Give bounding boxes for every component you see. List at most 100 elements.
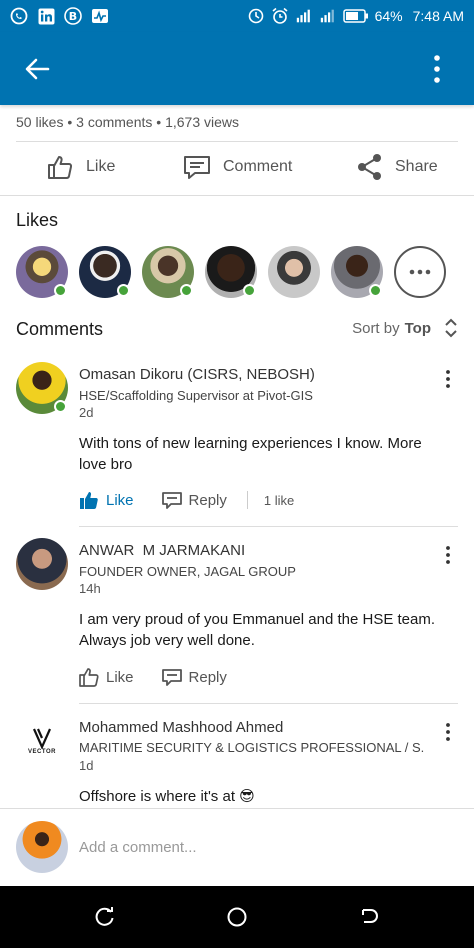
alarm-icon [271, 7, 289, 25]
app-bar [0, 32, 474, 105]
thumbs-up-icon [79, 668, 99, 687]
whatsapp-icon [10, 7, 28, 25]
signal-icon [295, 7, 313, 25]
comment-like-count[interactable]: 1 like [264, 493, 294, 508]
comment-composer: Add a comment... [0, 808, 474, 886]
like-button[interactable]: Like [46, 153, 115, 181]
commenter-name[interactable]: Mohammed Mashhood Ahmed [79, 719, 283, 736]
comment-reply-label: Reply [188, 668, 227, 686]
svg-text:B: B [69, 10, 77, 23]
online-indicator [54, 284, 67, 297]
reply-icon [161, 669, 182, 686]
battery-percent: 64% [374, 8, 403, 24]
post-actions: Like Comment Share [0, 145, 474, 193]
overflow-menu-button[interactable] [422, 52, 452, 86]
home-button[interactable] [226, 906, 248, 928]
sort-prefix: Sort by [352, 319, 400, 337]
liker-avatar[interactable] [268, 246, 320, 298]
liker-avatar[interactable] [16, 246, 68, 298]
vector-logo-icon [32, 728, 52, 749]
comment-button[interactable]: Comment [183, 153, 292, 181]
liker-avatar[interactable] [331, 246, 383, 298]
comment-icon [184, 156, 210, 179]
commenter-avatar[interactable] [16, 362, 68, 414]
comment-time: 14h [79, 581, 101, 596]
comment-actions: Like Reply 1 like [79, 490, 294, 510]
vertical-dots-icon [446, 723, 450, 741]
comment-menu-button[interactable] [440, 543, 456, 567]
linkedin-icon [37, 7, 55, 25]
comment-time: 2d [79, 405, 94, 420]
online-indicator [117, 284, 130, 297]
likers-row [16, 246, 446, 298]
liker-avatar[interactable] [205, 246, 257, 298]
comment-input[interactable]: Add a comment... [79, 839, 197, 856]
post-stats[interactable]: 50 likes • 3 comments • 1,673 views [16, 114, 239, 130]
battery-icon [342, 7, 369, 25]
comment-time: 1d [79, 758, 94, 773]
share-icon [358, 154, 381, 180]
horizontal-dots-icon [409, 269, 431, 275]
divider [79, 703, 458, 704]
online-indicator [180, 284, 193, 297]
home-icon [227, 907, 247, 927]
comment-reply-button[interactable]: Reply [161, 490, 227, 510]
back-arrow-icon [25, 58, 50, 80]
comment-like-label: Like [106, 491, 134, 509]
my-avatar[interactable] [16, 821, 68, 873]
comment-text: With tons of new learning experiences I … [79, 435, 422, 473]
divider [16, 141, 458, 142]
bitcoin-icon: B [64, 7, 82, 25]
status-bar: B 64% 7:48 AM [0, 0, 474, 32]
comments-heading: Comments [16, 319, 104, 339]
back-nav-icon [362, 909, 378, 923]
system-nav-bar [0, 886, 474, 948]
commenter-headline: HSE/Scaffolding Supervisor at Pivot-GIS [79, 388, 313, 403]
commenter-name[interactable]: Omasan Dikoru (CISRS, NEBOSH) [79, 366, 315, 383]
comment-reply-button[interactable]: Reply [161, 667, 227, 687]
comment-like-button[interactable]: Like [79, 667, 134, 687]
vertical-dots-icon [434, 55, 440, 83]
like-label: Like [86, 158, 116, 175]
back-button[interactable] [22, 54, 52, 84]
commenter-headline: MARITIME SECURITY & LOGISTICS PROFESSION… [79, 740, 424, 755]
sort-chevrons-icon [445, 318, 457, 338]
liker-avatar[interactable] [142, 246, 194, 298]
reply-icon [161, 492, 182, 509]
online-indicator [243, 284, 256, 297]
commenter-avatar[interactable] [16, 538, 68, 590]
likes-heading: Likes [16, 210, 59, 230]
comment-text: I am very proud of you Emmanuel and the … [79, 611, 436, 649]
comment-text: Offshore is where it's at 😎 [79, 788, 255, 805]
comment-like-button[interactable]: Like [79, 490, 134, 510]
share-button[interactable]: Share [357, 153, 438, 181]
thumbs-up-icon [48, 156, 73, 179]
commenter-headline: FOUNDER OWNER, JAGAL GROUP [79, 564, 296, 579]
back-nav-button[interactable] [358, 906, 380, 928]
activity-icon [91, 7, 109, 25]
vertical-dots-icon [446, 370, 450, 388]
comment-reply-label: Reply [188, 491, 227, 509]
signal-icon [319, 7, 337, 25]
liker-avatar[interactable] [79, 246, 131, 298]
recents-button[interactable] [94, 906, 116, 928]
avatar-logo-text: VECTOR [28, 749, 56, 755]
more-likers-button[interactable] [394, 246, 446, 298]
separator [246, 491, 248, 509]
vertical-dots-icon [446, 546, 450, 564]
comment-actions: Like Reply [79, 667, 227, 687]
comment-label: Comment [223, 158, 293, 175]
sync-icon [247, 7, 265, 25]
divider [0, 195, 474, 196]
share-label: Share [395, 158, 438, 175]
comment-like-label: Like [106, 668, 134, 686]
thumbs-up-filled-icon [80, 492, 98, 509]
sort-control[interactable]: Sort by Top [352, 318, 458, 338]
online-indicator [54, 400, 67, 413]
comment-menu-button[interactable] [440, 720, 456, 744]
divider [79, 526, 458, 527]
sort-value: Top [404, 319, 431, 337]
comment-menu-button[interactable] [440, 367, 456, 391]
commenter-name[interactable]: ANWAR M JARMAKANI [79, 542, 245, 559]
commenter-avatar[interactable]: VECTOR [16, 715, 68, 767]
